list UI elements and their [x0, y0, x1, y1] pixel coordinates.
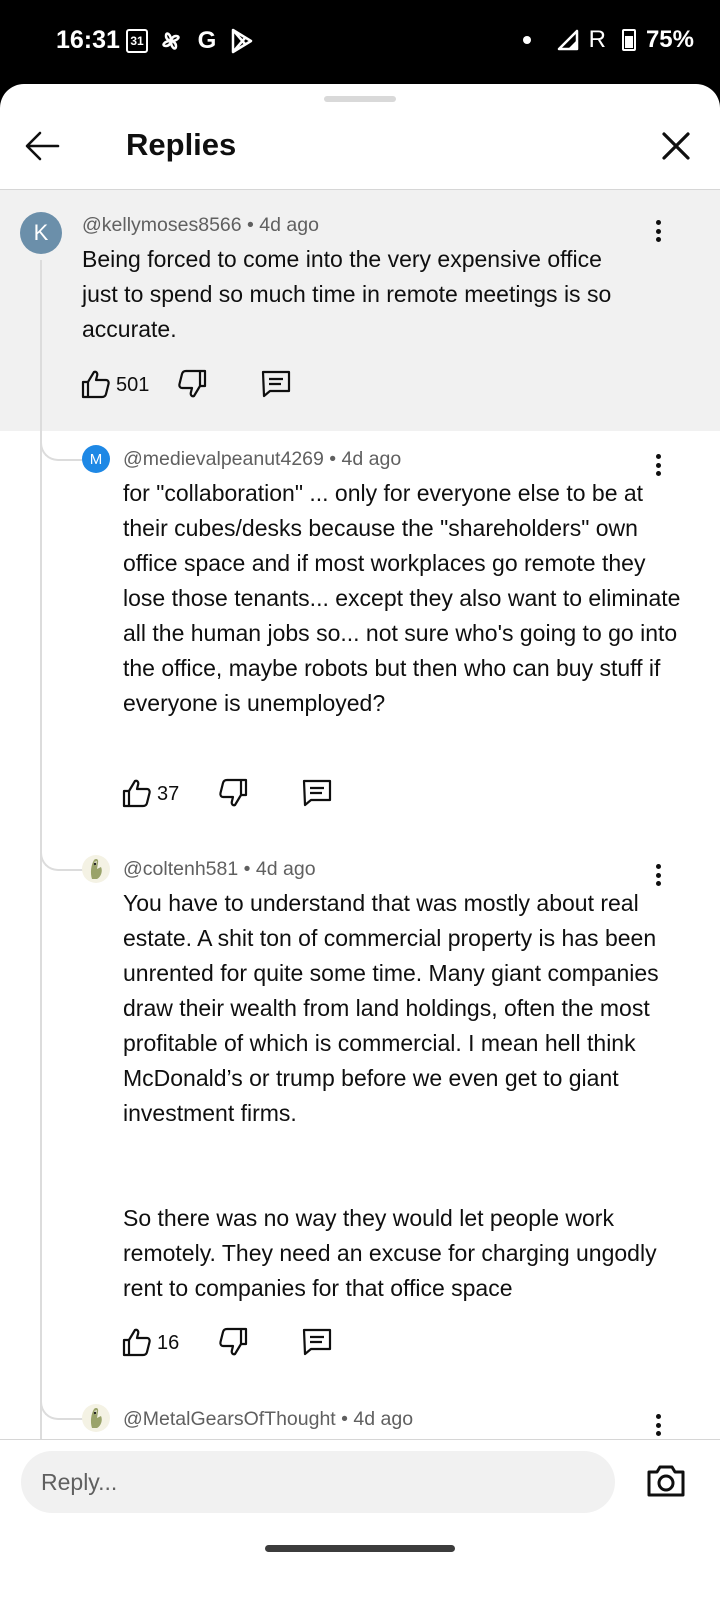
comment-author[interactable]: @MetalGearsOfThought	[123, 1408, 336, 1430]
comment-author[interactable]: @medievalpeanut4269	[123, 448, 324, 470]
back-button[interactable]	[22, 126, 62, 166]
comment-meta: @medievalpeanut4269 • 4d ago	[123, 448, 401, 471]
meta-separator: •	[243, 858, 256, 880]
google-icon: G	[197, 27, 217, 54]
comment-meta: @MetalGearsOfThought • 4d ago	[123, 1408, 413, 1431]
comment-meta: @coltenh581 • 4d ago	[123, 858, 316, 881]
more-options-button[interactable]	[648, 1410, 668, 1440]
comment-actions: 16	[121, 1326, 361, 1362]
play-store-icon	[231, 28, 253, 54]
battery-percent: 75%	[645, 26, 694, 53]
avatar-image-icon	[90, 1408, 102, 1428]
system-icons: R 75%	[522, 26, 694, 54]
more-options-button[interactable]	[648, 216, 668, 246]
like-count: 16	[157, 1332, 180, 1354]
comment-text: Being forced to come into the very expen…	[82, 246, 612, 342]
avatar[interactable]: K	[20, 212, 62, 254]
reply-connector	[40, 841, 86, 871]
avatar[interactable]	[82, 855, 110, 883]
close-button[interactable]	[658, 128, 694, 164]
pinwheel-icon	[162, 32, 180, 50]
comment-author[interactable]: @coltenh581	[123, 858, 238, 880]
comment-time: 4d ago	[341, 448, 402, 470]
page-title: Replies	[126, 127, 237, 162]
parent-comment: K @kellymoses8566 • 4d ago Being forced …	[0, 190, 720, 431]
like-button[interactable]	[80, 368, 112, 400]
network-label: R	[588, 26, 606, 53]
replies-sheet: Replies K @kellymoses8566 • 4d ago Being…	[0, 84, 720, 1612]
camera-button[interactable]	[646, 1463, 686, 1499]
reply-input[interactable]	[21, 1451, 615, 1513]
reply-button[interactable]	[301, 1326, 333, 1358]
comment-actions: 501	[80, 368, 320, 404]
notification-dot-icon	[522, 36, 531, 44]
reply-connector	[40, 1390, 86, 1420]
like-count: 501	[116, 374, 150, 396]
meta-separator: •	[247, 214, 260, 236]
status-bar: 16:31 31 G R 75%	[0, 0, 720, 84]
calendar-icon: 31	[126, 29, 148, 53]
reply-button[interactable]	[260, 368, 292, 400]
comment-author[interactable]: @kellymoses8566	[82, 214, 242, 236]
comment-actions: 37	[121, 777, 361, 813]
comment-thread: K @kellymoses8566 • 4d ago Being forced …	[0, 190, 720, 1480]
dislike-button[interactable]	[176, 368, 208, 400]
comment-text-paragraph: So there was no way they would let peopl…	[123, 1205, 657, 1301]
meta-separator: •	[329, 448, 342, 470]
like-button[interactable]	[121, 777, 153, 809]
replies-header: Replies	[0, 102, 720, 194]
comment-time: 4d ago	[259, 214, 319, 236]
status-time: 16:31	[56, 26, 120, 54]
comment-time: 4d ago	[353, 1408, 414, 1430]
notification-icons: 31 G	[126, 28, 254, 54]
avatar[interactable]: M	[82, 445, 110, 473]
like-count: 37	[157, 783, 180, 805]
avatar[interactable]	[82, 1404, 110, 1432]
comment-time: 4d ago	[255, 858, 316, 880]
comment-text: You have to understand that was mostly a…	[123, 890, 659, 1126]
signal-icon	[557, 29, 578, 51]
avatar-image-icon	[90, 859, 102, 879]
comment-meta: @kellymoses8566 • 4d ago	[82, 214, 319, 237]
meta-separator: •	[341, 1408, 354, 1430]
home-indicator[interactable]	[265, 1545, 455, 1552]
reply-connector	[40, 431, 86, 461]
reply-bar	[0, 1439, 720, 1612]
dislike-button[interactable]	[217, 1326, 249, 1358]
battery-icon	[621, 29, 636, 51]
like-button[interactable]	[121, 1326, 153, 1358]
comment-text: for "collaboration" ... only for everyon…	[123, 480, 681, 716]
reply-button[interactable]	[301, 777, 333, 809]
dislike-button[interactable]	[217, 777, 249, 809]
reply-bar-divider	[0, 1439, 720, 1440]
